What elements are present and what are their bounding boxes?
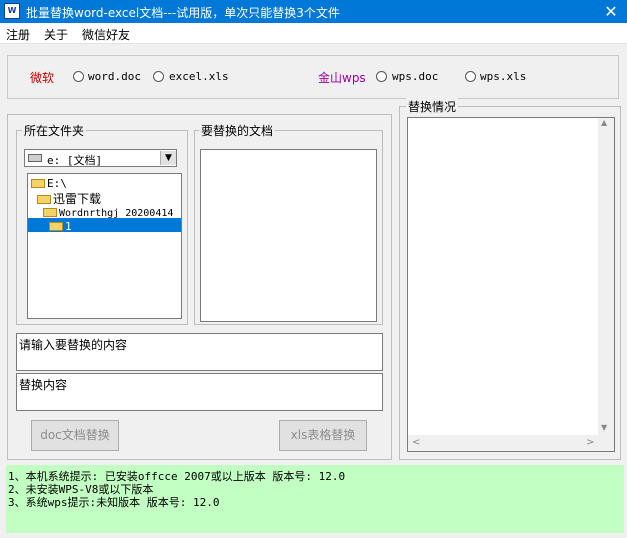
- status-line-3: 3、系统wps提示:未知版本 版本号: 12.0: [8, 496, 220, 509]
- result-textbox[interactable]: ▲ ▼ < >: [407, 117, 615, 452]
- app-icon: W: [4, 3, 20, 19]
- folder-open-icon: [31, 179, 45, 188]
- drive-select[interactable]: e: [文档] ▼: [24, 149, 177, 167]
- radio-word-doc[interactable]: [73, 71, 84, 82]
- title-bar: W 批量替换word-excel文档---试用版，单次只能替换3个文件 ✕: [0, 0, 627, 23]
- scroll-down-icon[interactable]: ▼: [601, 423, 607, 432]
- horizontal-scrollbar[interactable]: < >: [408, 435, 598, 451]
- result-group-title: 替换情况: [406, 98, 459, 115]
- menu-about[interactable]: 关于: [44, 26, 68, 43]
- tree-item-selected[interactable]: 1: [28, 218, 181, 233]
- folder-open-icon: [37, 195, 51, 204]
- documents-list[interactable]: [200, 149, 377, 322]
- documents-group-title: 要替换的文档: [199, 122, 276, 139]
- wps-label: 金山wps: [318, 71, 366, 85]
- menu-bar: 注册 关于 微信好友: [0, 23, 627, 44]
- find-text-input[interactable]: 请输入要替换的内容: [16, 333, 383, 371]
- tree-item-root[interactable]: E:\: [31, 176, 67, 190]
- doc-replace-button[interactable]: doc文档替换: [31, 420, 119, 451]
- radio-excel-xls[interactable]: [153, 71, 164, 82]
- menu-register[interactable]: 注册: [6, 26, 30, 43]
- scroll-up-icon[interactable]: ▲: [601, 118, 607, 127]
- folder-open-icon: [49, 222, 63, 231]
- radio-excel-xls-label[interactable]: excel.xls: [169, 70, 229, 83]
- scrollbar-corner: [598, 435, 614, 451]
- xls-replace-button[interactable]: xls表格替换: [279, 420, 367, 451]
- menu-wechat-friends[interactable]: 微信好友: [82, 26, 130, 43]
- window-title: 批量替换word-excel文档---试用版，单次只能替换3个文件: [26, 6, 340, 20]
- status-area: 1、本机系统提示: 已安装offcce 2007或以上版本 版本号: 12.0 …: [6, 465, 624, 533]
- radio-word-doc-label[interactable]: word.doc: [88, 70, 141, 83]
- vertical-scrollbar[interactable]: ▲ ▼: [598, 118, 614, 435]
- replace-text-input[interactable]: 替换内容: [16, 373, 383, 411]
- scroll-right-icon[interactable]: >: [586, 437, 594, 448]
- drive-icon: [28, 154, 42, 162]
- close-button[interactable]: ✕: [598, 1, 624, 22]
- folder-tree[interactable]: E:\ 迅雷下载 Wordnrthgj_20200414 1: [27, 173, 182, 319]
- tree-item-wordnrthgj[interactable]: Wordnrthgj_20200414: [43, 205, 173, 219]
- folder-open-icon: [43, 208, 57, 217]
- radio-wps-xls[interactable]: [465, 71, 476, 82]
- radio-wps-xls-label[interactable]: wps.xls: [480, 70, 526, 83]
- folder-group-title: 所在文件夹: [22, 122, 87, 139]
- scroll-left-icon[interactable]: <: [412, 437, 420, 448]
- radio-wps-doc-label[interactable]: wps.doc: [392, 70, 438, 83]
- radio-wps-doc[interactable]: [376, 71, 387, 82]
- chevron-down-icon[interactable]: ▼: [160, 151, 176, 165]
- microsoft-label: 微软: [30, 71, 55, 85]
- drive-select-value: e: [文档]: [47, 154, 103, 167]
